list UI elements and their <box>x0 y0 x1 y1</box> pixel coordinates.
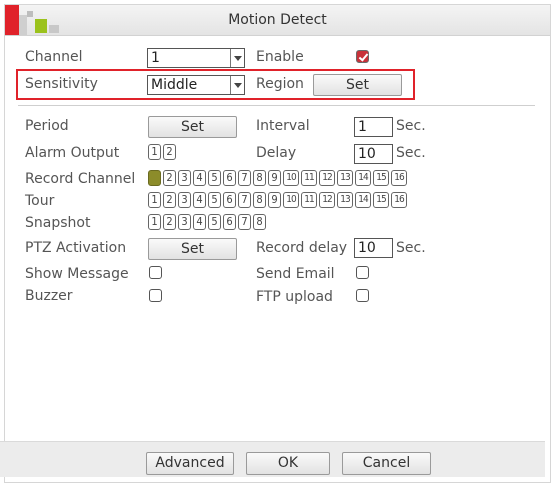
snapshot-option[interactable]: 5 <box>208 214 221 230</box>
interval-label: Interval <box>256 118 310 134</box>
chevron-down-icon <box>230 76 244 94</box>
sensitivity-value: Middle <box>151 77 198 93</box>
dialog-title: Motion Detect <box>228 12 327 28</box>
record-channel-option[interactable]: 14 <box>355 170 371 186</box>
snapshot-option[interactable]: 3 <box>178 214 191 230</box>
record-channel-option[interactable]: 1 <box>148 170 161 186</box>
snapshot-options: 1 2 3 4 5 6 7 8 <box>148 214 268 230</box>
ftp-upload-label: FTP upload <box>256 289 333 305</box>
cancel-button[interactable]: Cancel <box>342 452 431 475</box>
delay-label: Delay <box>256 145 297 161</box>
sensitivity-label: Sensitivity <box>25 76 98 92</box>
snapshot-option[interactable]: 4 <box>193 214 206 230</box>
channel-select[interactable]: 1 <box>147 48 245 68</box>
channel-label: Channel <box>25 49 83 65</box>
section-divider <box>18 105 535 106</box>
record-channel-option[interactable]: 11 <box>301 170 317 186</box>
send-email-checkbox[interactable] <box>356 266 369 279</box>
show-message-label: Show Message <box>25 266 129 282</box>
tour-option[interactable]: 12 <box>319 192 335 208</box>
tour-option[interactable]: 1 <box>148 192 161 208</box>
tour-option[interactable]: 15 <box>373 192 389 208</box>
tour-option[interactable]: 11 <box>301 192 317 208</box>
tour-option[interactable]: 6 <box>223 192 236 208</box>
alarm-output-options: 1 2 <box>148 144 178 160</box>
ok-button[interactable]: OK <box>246 452 330 475</box>
tour-option[interactable]: 8 <box>253 192 266 208</box>
sensitivity-select[interactable]: Middle <box>147 75 245 95</box>
tour-option[interactable]: 3 <box>178 192 191 208</box>
send-email-label: Send Email <box>256 266 335 282</box>
ptz-activation-label: PTZ Activation <box>25 240 127 256</box>
tour-options: 1 2 3 4 5 6 7 8 9 10 11 12 13 14 15 16 <box>148 192 409 208</box>
region-label: Region <box>256 76 304 92</box>
title-bar: Motion Detect <box>5 5 550 36</box>
record-delay-input[interactable]: 10 <box>354 238 393 258</box>
tour-option[interactable]: 2 <box>163 192 176 208</box>
region-set-button[interactable]: Set <box>313 74 402 96</box>
snapshot-option[interactable]: 2 <box>163 214 176 230</box>
snapshot-option[interactable]: 1 <box>148 214 161 230</box>
channel-value: 1 <box>151 50 160 66</box>
record-channel-option[interactable]: 6 <box>223 170 236 186</box>
interval-unit: Sec. <box>396 118 426 134</box>
record-channel-option[interactable]: 5 <box>208 170 221 186</box>
snapshot-option[interactable]: 6 <box>223 214 236 230</box>
tour-option[interactable]: 14 <box>355 192 371 208</box>
enable-checkbox[interactable] <box>356 50 369 63</box>
enable-label: Enable <box>256 49 304 65</box>
delay-input[interactable]: 10 <box>354 144 393 164</box>
show-message-checkbox[interactable] <box>149 266 162 279</box>
record-channel-option[interactable]: 4 <box>193 170 206 186</box>
record-channel-option[interactable]: 2 <box>163 170 176 186</box>
record-delay-unit: Sec. <box>396 240 426 256</box>
record-channel-option[interactable]: 8 <box>253 170 266 186</box>
record-channel-options: 1 2 3 4 5 6 7 8 9 10 11 12 13 14 15 16 <box>148 170 409 186</box>
tour-option[interactable]: 4 <box>193 192 206 208</box>
buzzer-label: Buzzer <box>25 288 73 304</box>
tour-option[interactable]: 9 <box>268 192 281 208</box>
record-channel-option[interactable]: 9 <box>268 170 281 186</box>
record-channel-option[interactable]: 12 <box>319 170 335 186</box>
record-channel-option[interactable]: 13 <box>337 170 353 186</box>
record-delay-label: Record delay <box>256 240 348 256</box>
ftp-upload-checkbox[interactable] <box>356 289 369 302</box>
record-channel-option[interactable]: 16 <box>391 170 407 186</box>
tour-label: Tour <box>25 193 55 209</box>
alarm-output-label: Alarm Output <box>25 145 120 161</box>
delay-unit: Sec. <box>396 145 426 161</box>
snapshot-label: Snapshot <box>25 215 91 231</box>
record-channel-label: Record Channel <box>25 171 136 187</box>
tour-option[interactable]: 10 <box>283 192 299 208</box>
alarm-output-option[interactable]: 1 <box>148 144 161 160</box>
buzzer-checkbox[interactable] <box>149 289 162 302</box>
snapshot-option[interactable]: 7 <box>238 214 251 230</box>
record-channel-option[interactable]: 3 <box>178 170 191 186</box>
period-label: Period <box>25 118 69 134</box>
advanced-button[interactable]: Advanced <box>146 452 234 475</box>
snapshot-option[interactable]: 8 <box>253 214 266 230</box>
record-channel-option[interactable]: 15 <box>373 170 389 186</box>
tour-option[interactable]: 7 <box>238 192 251 208</box>
tour-option[interactable]: 5 <box>208 192 221 208</box>
record-channel-option[interactable]: 7 <box>238 170 251 186</box>
tour-option[interactable]: 13 <box>337 192 353 208</box>
alarm-output-option[interactable]: 2 <box>163 144 176 160</box>
chevron-down-icon <box>230 49 244 67</box>
tour-option[interactable]: 16 <box>391 192 407 208</box>
record-channel-option[interactable]: 10 <box>283 170 299 186</box>
interval-input[interactable]: 1 <box>354 117 393 137</box>
period-set-button[interactable]: Set <box>148 116 237 138</box>
ptz-set-button[interactable]: Set <box>148 238 237 260</box>
